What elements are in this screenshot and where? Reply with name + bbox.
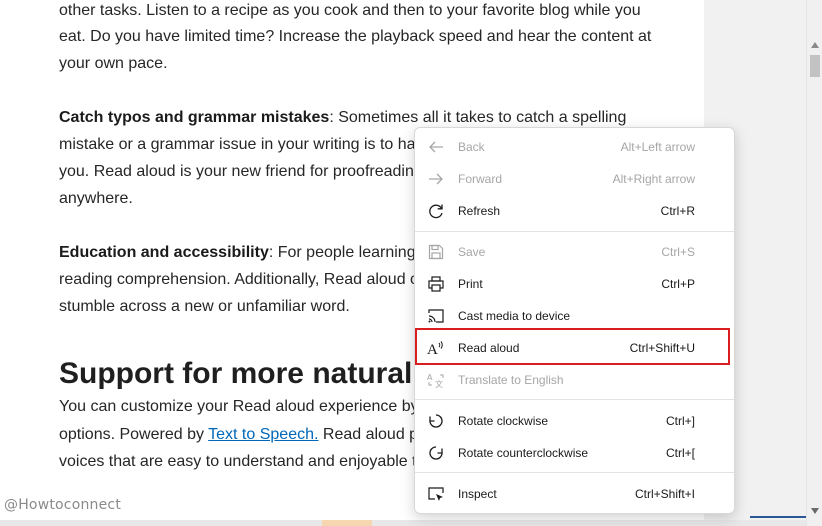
article-text: : For people learning t	[268, 244, 425, 261]
section-heading: Support for more natural v	[59, 357, 438, 390]
svg-text:文: 文	[435, 379, 443, 389]
article-line: stumble across a new or unfamiliar word.	[59, 298, 350, 315]
article-line: reading comprehension. Additionally, Rea…	[59, 271, 419, 288]
menu-item-inspect[interactable]: Inspect Ctrl+Shift+I	[415, 480, 734, 508]
article-text: Read aloud p	[318, 426, 419, 443]
vertical-scrollbar[interactable]	[806, 0, 822, 526]
menu-item-label: Rotate clockwise	[458, 414, 549, 428]
scroll-up-arrow-icon[interactable]	[811, 42, 819, 48]
rotate-clockwise-icon	[427, 412, 445, 430]
menu-item-shortcut: Ctrl+R	[660, 204, 695, 218]
bottom-strip	[0, 520, 806, 526]
typos-heading: Catch typos and grammar mistakes	[59, 109, 330, 126]
menu-item-shortcut: Alt+Right arrow	[612, 172, 695, 186]
bottom-blue-line	[750, 516, 806, 518]
text-to-speech-link[interactable]: Text to Speech.	[208, 426, 318, 443]
article-line: You can customize your Read aloud experi…	[59, 398, 419, 415]
menu-item-shortcut: Ctrl+]	[665, 414, 695, 428]
refresh-icon	[427, 202, 445, 220]
menu-item-label: Refresh	[458, 204, 501, 218]
menu-item-translate[interactable]: A文 Translate to English	[415, 366, 734, 394]
menu-item-cast-media[interactable]: Cast media to device	[415, 302, 734, 330]
menu-item-back[interactable]: Back Alt+Left arrow	[415, 133, 734, 161]
article-line: voices that are easy to understand and e…	[59, 453, 417, 470]
save-icon	[427, 243, 445, 261]
menu-item-forward[interactable]: Forward Alt+Right arrow	[415, 165, 734, 193]
menu-item-label: Print	[458, 277, 483, 291]
cast-icon	[427, 307, 445, 325]
article-paragraph-typos: Catch typos and grammar mistakes: Someti…	[59, 107, 626, 129]
menu-item-rotate-clockwise[interactable]: Rotate clockwise Ctrl+]	[415, 407, 734, 435]
menu-item-label: Translate to English	[458, 373, 564, 387]
article-line: you. Read aloud is your new friend for p…	[59, 163, 414, 180]
translate-icon: A文	[427, 371, 445, 389]
article-paragraph-education: Education and accessibility: For people …	[59, 242, 425, 264]
education-heading: Education and accessibility	[59, 244, 269, 261]
menu-item-label: Cast media to device	[458, 309, 571, 323]
menu-item-shortcut: Ctrl+S	[661, 245, 695, 259]
menu-item-rotate-counterclockwise[interactable]: Rotate counterclockwise Ctrl+[	[415, 439, 734, 467]
menu-item-shortcut: Ctrl+P	[661, 277, 695, 291]
menu-item-label: Save	[458, 245, 486, 259]
context-menu: Back Alt+Left arrow Forward Alt+Right ar…	[414, 127, 735, 514]
watermark: @Howtoconnect	[4, 497, 122, 513]
menu-separator	[415, 399, 734, 400]
article-text: options. Powered by	[59, 426, 209, 443]
article-line: options. Powered by Text to Speech. Read…	[59, 424, 418, 446]
menu-item-shortcut: Alt+Left arrow	[620, 140, 695, 154]
rotate-counterclockwise-icon	[427, 444, 445, 462]
read-aloud-highlight	[415, 328, 730, 365]
menu-item-label: Rotate counterclockwise	[458, 446, 589, 460]
article-line: anywhere.	[59, 190, 133, 207]
menu-separator	[415, 231, 734, 232]
bottom-accent	[322, 520, 372, 526]
menu-item-label: Inspect	[458, 487, 497, 501]
article-line: your own pace.	[59, 55, 168, 72]
inspect-icon	[427, 485, 445, 503]
menu-item-label: Forward	[458, 172, 503, 186]
menu-item-save[interactable]: Save Ctrl+S	[415, 238, 734, 266]
article-text: : Sometimes all it takes to catch a spel…	[329, 109, 627, 126]
article-line: eat. Do you have limited time? Increase …	[59, 28, 652, 45]
back-arrow-icon	[427, 138, 445, 156]
menu-item-label: Back	[458, 140, 485, 154]
article-line: mistake or a grammar issue in your writi…	[59, 136, 416, 153]
menu-separator	[415, 472, 734, 473]
menu-item-print[interactable]: Print Ctrl+P	[415, 270, 734, 298]
print-icon	[427, 275, 445, 293]
menu-item-refresh[interactable]: Refresh Ctrl+R	[415, 197, 734, 225]
scroll-down-arrow-icon[interactable]	[811, 508, 819, 514]
svg-text:A: A	[427, 373, 433, 382]
forward-arrow-icon	[427, 170, 445, 188]
scroll-thumb[interactable]	[810, 55, 820, 77]
article-line: other tasks. Listen to a recipe as you c…	[59, 2, 641, 19]
menu-item-shortcut: Ctrl+[	[665, 446, 695, 460]
menu-item-shortcut: Ctrl+Shift+I	[634, 487, 695, 501]
